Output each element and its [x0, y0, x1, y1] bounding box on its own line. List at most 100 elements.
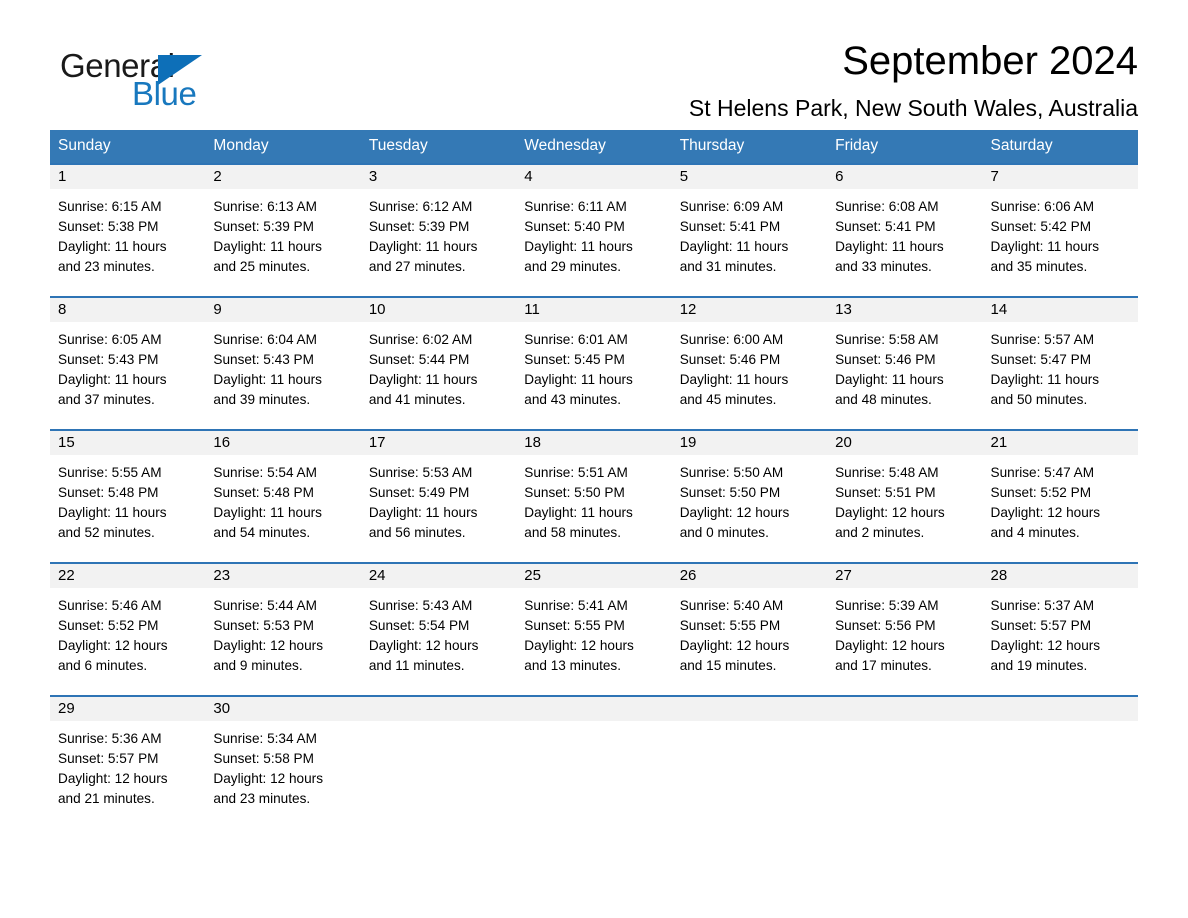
day-details: Sunrise: 6:00 AM Sunset: 5:46 PM Daylight:…: [672, 322, 827, 410]
sunrise-time: Sunrise: 6:01 AM: [524, 332, 628, 347]
daylight-duration-line1: Daylight: 12 hours: [835, 638, 945, 653]
calendar-day-cell[interactable]: 28 Sunrise: 5:37 AM Sunset: 5:57 PM Dayligh…: [982, 562, 1138, 696]
day-details: Sunrise: 5:44 AM Sunset: 5:53 PM Daylight:…: [205, 588, 360, 676]
calendar-day-cell[interactable]: 2 Sunrise: 6:13 AM Sunset: 5:39 PM Daylight…: [205, 163, 361, 297]
daylight-duration-line2: and 27 minutes.: [368, 259, 466, 274]
sunset-time: Sunset: 5:50 PM: [679, 485, 781, 500]
sunset-time: Sunset: 5:55 PM: [679, 618, 781, 633]
calendar-day-cell[interactable]: 26 Sunrise: 5:40 AM Sunset: 5:55 PM Dayligh…: [671, 562, 828, 696]
sunset-time: Sunset: 5:46 PM: [679, 352, 781, 367]
calendar-day-cell[interactable]: 19 Sunrise: 5:50 AM Sunset: 5:50 PM Dayligh…: [671, 429, 828, 563]
sunset-time: Sunset: 5:48 PM: [213, 485, 314, 500]
daylight-duration-line2: and 45 minutes.: [679, 392, 777, 407]
calendar-day-cell[interactable]: 16 Sunrise: 5:54 AM Sunset: 5:48 PM Dayligh…: [205, 429, 361, 563]
day-number: 7: [982, 165, 1138, 189]
daylight-duration-line2: and 13 minutes.: [524, 658, 621, 673]
day-number: 21: [982, 431, 1138, 455]
day-details: Sunrise: 6:08 AM Sunset: 5:41 PM Daylight:…: [827, 189, 982, 277]
calendar-day-cell[interactable]: 9 Sunrise: 6:04 AM Sunset: 5:43 PM Daylight…: [205, 296, 361, 430]
calendar-day-cell[interactable]: 27 Sunrise: 5:39 AM Sunset: 5:56 PM Dayligh…: [827, 562, 983, 696]
sunrise-time: Sunrise: 5:40 AM: [679, 598, 784, 613]
calendar-empty-cell: [516, 695, 672, 829]
page-header: General Blue September 2024 St Helens Pa…: [50, 0, 1138, 121]
daylight-duration-line2: and 48 minutes.: [835, 392, 932, 407]
daylight-duration-line2: and 4 minutes.: [990, 525, 1080, 540]
day-details: Sunrise: 5:50 AM Sunset: 5:50 PM Daylight:…: [672, 455, 827, 543]
sunset-time: Sunset: 5:49 PM: [368, 485, 470, 500]
day-number: 2: [205, 165, 361, 189]
day-details: Sunrise: 5:40 AM Sunset: 5:55 PM Daylight:…: [672, 588, 827, 676]
day-number: 6: [827, 165, 983, 189]
calendar-day-cell[interactable]: 6 Sunrise: 6:08 AM Sunset: 5:41 PM Daylight…: [827, 163, 983, 297]
sunrise-time: Sunrise: 5:53 AM: [368, 465, 473, 480]
calendar-body: 1 Sunrise: 6:15 AM Sunset: 5:38 PM Daylight…: [50, 163, 1138, 829]
sunset-time: Sunset: 5:57 PM: [990, 618, 1092, 633]
calendar-day-cell[interactable]: 8 Sunrise: 6:05 AM Sunset: 5:43 PM Daylight…: [50, 296, 206, 430]
sunset-time: Sunset: 5:39 PM: [368, 219, 470, 234]
day-number: [671, 697, 828, 721]
weekday-header-sunday: Sunday: [50, 130, 206, 164]
day-number: 24: [360, 564, 517, 588]
calendar-day-cell[interactable]: 5 Sunrise: 6:09 AM Sunset: 5:41 PM Daylight…: [671, 163, 828, 297]
calendar-day-cell[interactable]: 22 Sunrise: 5:46 AM Sunset: 5:52 PM Dayligh…: [50, 562, 206, 696]
sunset-time: Sunset: 5:39 PM: [213, 219, 314, 234]
calendar-day-cell[interactable]: 7 Sunrise: 6:06 AM Sunset: 5:42 PM Daylight…: [982, 163, 1138, 297]
calendar-day-cell[interactable]: 3 Sunrise: 6:12 AM Sunset: 5:39 PM Daylight…: [360, 163, 517, 297]
calendar-day-cell[interactable]: 11 Sunrise: 6:01 AM Sunset: 5:45 PM Dayligh…: [516, 296, 672, 430]
daylight-duration-line2: and 37 minutes.: [58, 392, 155, 407]
day-number: [516, 697, 672, 721]
daylight-duration-line2: and 56 minutes.: [368, 525, 466, 540]
calendar-day-cell[interactable]: 13 Sunrise: 5:58 AM Sunset: 5:46 PM Dayligh…: [827, 296, 983, 430]
calendar-day-cell[interactable]: 14 Sunrise: 5:57 AM Sunset: 5:47 PM Dayligh…: [982, 296, 1138, 430]
calendar-day-cell[interactable]: 12 Sunrise: 6:00 AM Sunset: 5:46 PM Dayligh…: [671, 296, 828, 430]
calendar-header-row: Sunday Monday Tuesday Wednesday Thursday…: [50, 130, 1138, 164]
daylight-duration-line2: and 54 minutes.: [213, 525, 311, 540]
sunrise-time: Sunrise: 5:46 AM: [58, 598, 162, 613]
calendar-day-cell[interactable]: 25 Sunrise: 5:41 AM Sunset: 5:55 PM Dayligh…: [516, 562, 672, 696]
daylight-duration-line2: and 31 minutes.: [679, 259, 777, 274]
daylight-duration-line2: and 15 minutes.: [679, 658, 777, 673]
calendar-day-cell[interactable]: 23 Sunrise: 5:44 AM Sunset: 5:53 PM Dayligh…: [205, 562, 361, 696]
day-details: Sunrise: 5:51 AM Sunset: 5:50 PM Daylight:…: [516, 455, 671, 543]
calendar-day-cell[interactable]: 1 Sunrise: 6:15 AM Sunset: 5:38 PM Daylight…: [50, 163, 206, 297]
daylight-duration-line1: Daylight: 11 hours: [58, 505, 167, 520]
sunset-time: Sunset: 5:50 PM: [524, 485, 625, 500]
calendar-day-cell[interactable]: 15 Sunrise: 5:55 AM Sunset: 5:48 PM Dayligh…: [50, 429, 206, 563]
sunrise-time: Sunrise: 6:15 AM: [58, 199, 162, 214]
day-number: [827, 697, 983, 721]
sunrise-time: Sunrise: 6:02 AM: [368, 332, 473, 347]
calendar-day-cell[interactable]: 10 Sunrise: 6:02 AM Sunset: 5:44 PM Dayligh…: [360, 296, 517, 430]
sunset-time: Sunset: 5:41 PM: [679, 219, 781, 234]
general-blue-logo[interactable]: General Blue: [60, 47, 280, 117]
calendar-day-cell[interactable]: 18 Sunrise: 5:51 AM Sunset: 5:50 PM Dayligh…: [516, 429, 672, 563]
sunset-time: Sunset: 5:51 PM: [835, 485, 936, 500]
calendar-empty-cell: [360, 695, 517, 829]
calendar-day-cell[interactable]: 4 Sunrise: 6:11 AM Sunset: 5:40 PM Daylight…: [516, 163, 672, 297]
daylight-duration-line1: Daylight: 11 hours: [368, 505, 478, 520]
daylight-duration-line1: Daylight: 11 hours: [213, 239, 322, 254]
sunrise-time: Sunrise: 6:06 AM: [990, 199, 1095, 214]
daylight-duration-line2: and 0 minutes.: [679, 525, 769, 540]
day-details: Sunrise: 6:15 AM Sunset: 5:38 PM Daylight:…: [50, 189, 205, 277]
calendar-day-cell[interactable]: 20 Sunrise: 5:48 AM Sunset: 5:51 PM Dayligh…: [827, 429, 983, 563]
sunrise-time: Sunrise: 5:39 AM: [835, 598, 939, 613]
daylight-duration-line2: and 11 minutes.: [368, 658, 465, 673]
daylight-duration-line2: and 9 minutes.: [213, 658, 303, 673]
daylight-duration-line2: and 23 minutes.: [58, 259, 155, 274]
daylight-duration-line1: Daylight: 11 hours: [990, 239, 1100, 254]
day-number: 15: [50, 431, 206, 455]
calendar-day-cell[interactable]: 17 Sunrise: 5:53 AM Sunset: 5:49 PM Dayligh…: [360, 429, 517, 563]
sunset-time: Sunset: 5:43 PM: [58, 352, 159, 367]
sunrise-time: Sunrise: 6:05 AM: [58, 332, 162, 347]
calendar-day-cell[interactable]: 30 Sunrise: 5:34 AM Sunset: 5:58 PM Dayligh…: [205, 695, 361, 829]
calendar-day-cell[interactable]: 29 Sunrise: 5:36 AM Sunset: 5:57 PM Dayligh…: [50, 695, 206, 829]
calendar-week-row: 1 Sunrise: 6:15 AM Sunset: 5:38 PM Daylight…: [50, 163, 1138, 297]
day-number: [360, 697, 517, 721]
day-number: 14: [982, 298, 1138, 322]
calendar-day-cell[interactable]: 21 Sunrise: 5:47 AM Sunset: 5:52 PM Dayligh…: [982, 429, 1138, 563]
day-number: 8: [50, 298, 206, 322]
day-details: Sunrise: 5:36 AM Sunset: 5:57 PM Daylight:…: [50, 721, 205, 809]
day-details: Sunrise: 5:39 AM Sunset: 5:56 PM Daylight:…: [827, 588, 982, 676]
calendar-day-cell[interactable]: 24 Sunrise: 5:43 AM Sunset: 5:54 PM Dayligh…: [360, 562, 517, 696]
day-details: Sunrise: 5:47 AM Sunset: 5:52 PM Daylight:…: [983, 455, 1138, 543]
